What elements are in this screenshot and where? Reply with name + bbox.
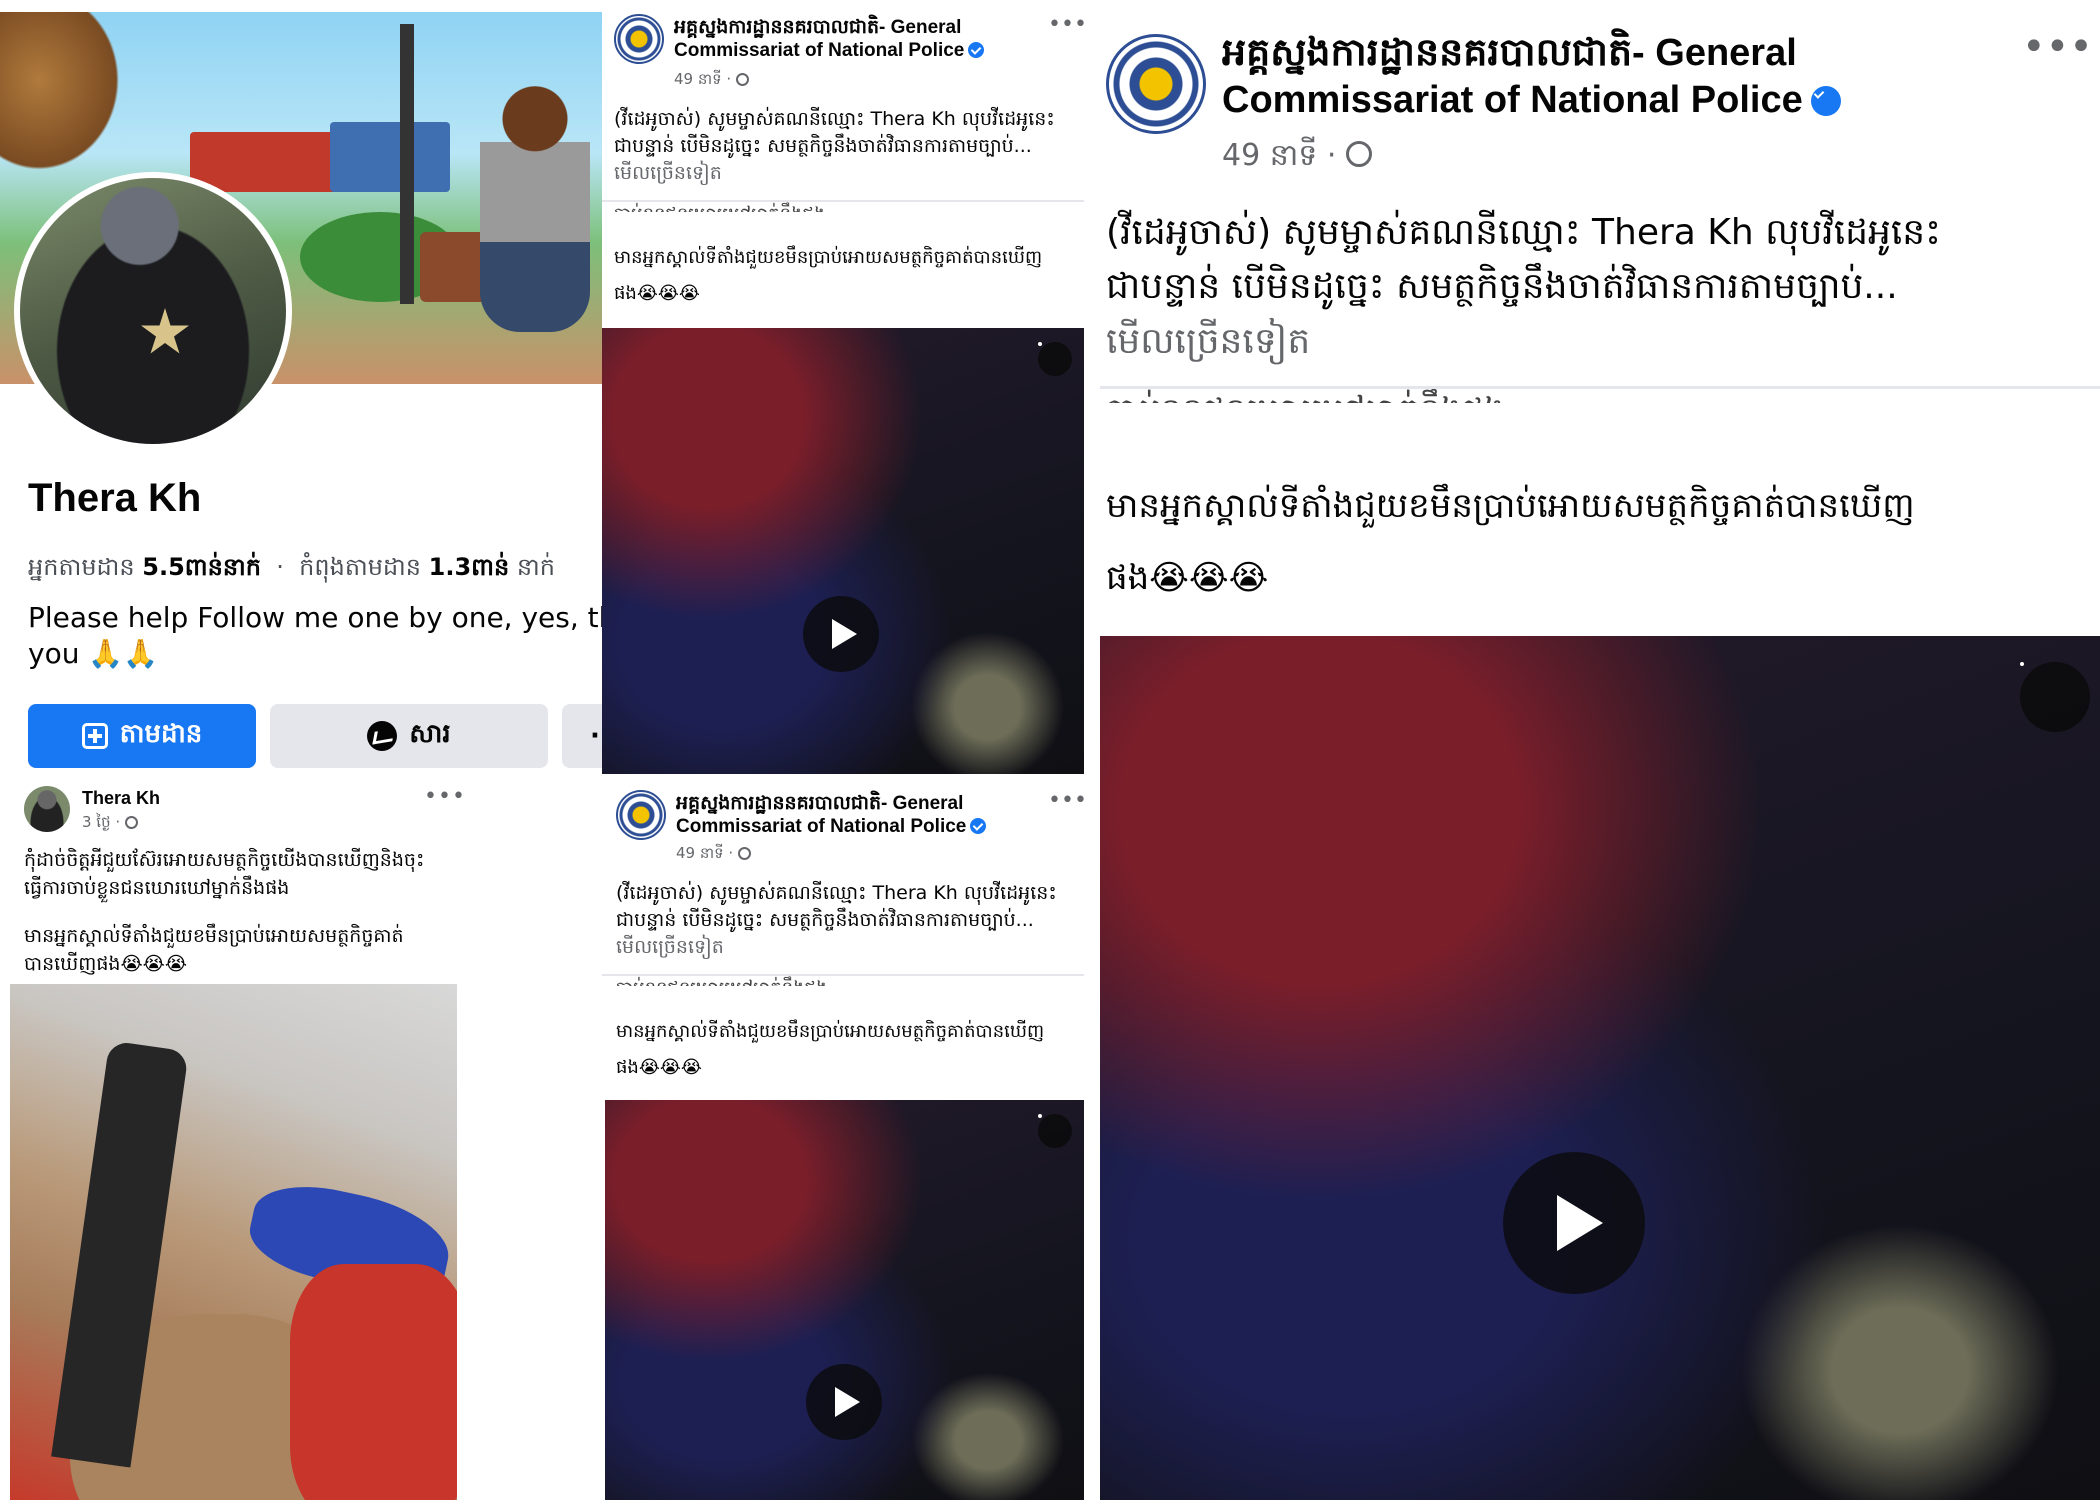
verified-badge-icon [970,818,987,834]
page-name-line-1: អគ្គស្នងការដ្ឋាននគរបាលជាតិ- General [674,17,962,38]
picture-in-picture-icon[interactable] [2020,662,2090,732]
quoted-line-2: ផង😭😭😭 [616,1057,702,1078]
page-name[interactable]: អគ្គស្នងការដ្ឋាននគរបាលជាតិ- General Comm… [676,792,987,838]
police-post-screenshot-2: អគ្គស្នងការដ្ឋាននគរបាលជាតិ- General Comm… [602,776,1084,1500]
separator-dot: · [276,553,284,581]
post-text-paragraph-1: កុំដាច់ចិត្តអីជួយស៊ែរអោយសមត្ថកិច្ចយើងបាន… [24,846,444,902]
follow-button-label: តាមដាន [119,719,203,749]
post-timestamp[interactable]: 49 នាទី · [676,844,751,866]
page-name-line-2: Commissariat of National Police [676,816,967,837]
post-time: 49 នាទី · [674,70,732,88]
police-logo-avatar[interactable] [614,14,664,64]
post-caption: (វីដេអូចាស់) សូមម្ចាស់គណនីឈ្មោះ Thera Kh… [616,880,1084,934]
post-author-avatar[interactable] [24,786,70,832]
bio-line-1: Please help Follow me one by one, yes, t… [28,601,602,634]
caption-line-2: ជាបន្ទាន់ បើមិនដូច្នេះ សមត្ថកិច្ចនឹងចាត់… [616,909,1034,931]
quoted-post-text: មានអ្នកស្គាល់ទីតាំងជួយខមឹនប្រាប់អោយសមត្ថ… [1106,470,1915,614]
post-more-button[interactable]: ••• [2022,24,2093,70]
profile-name: Thera Kh [28,476,202,520]
followers-count[interactable]: 5.5ពាន់នាក់ [142,553,261,581]
quoted-post-text: មានអ្នកស្គាល់ទីតាំងជួយខមឹនប្រាប់អោយសមត្ថ… [616,1014,1044,1086]
play-icon[interactable] [806,1364,882,1440]
post-more-button[interactable]: ••• [424,784,466,809]
post-time: 49 នាទី · [676,844,734,862]
follow-button[interactable]: តាមដាន [28,704,256,768]
bio-line-2: you 🙏🙏 [28,637,159,670]
following-label: កំពុងតាមដាន [299,553,422,581]
page-name-line-1: អគ្គស្នងការដ្ឋាននគរបាលជាតិ- General [1222,32,1797,74]
page-name-line-2: Commissariat of National Police [1222,79,1803,121]
post-author-name[interactable]: Thera Kh [82,788,160,809]
post-text-line: កុំដាច់ចិត្តអីជួយស៊ែរអោយសមត្ថកិច្ចយើងបាន… [24,849,425,871]
following-unit: នាក់ [516,553,555,581]
caption-line-2: ជាបន្ទាន់ បើមិនដូច្នេះ សមត្ថកិច្ចនឹងចាត់… [614,135,1032,157]
post-time: 49 នាទី · [1222,138,1337,173]
video-player[interactable] [605,1100,1084,1500]
verified-badge-icon [1810,86,1841,116]
page-name-line-2: Commissariat of National Police [674,40,965,61]
profile-avatar[interactable] [14,172,292,450]
post-timestamp[interactable]: 49 នាទី · [1222,136,1372,180]
police-logo-avatar[interactable] [1106,34,1206,134]
quoted-line-1: មានអ្នកស្គាល់ទីតាំងជួយខមឹនប្រាប់អោយសមត្ថ… [614,247,1043,268]
page-name[interactable]: អគ្គស្នងការដ្ឋាននគរបាលជាតិ- General Comm… [1222,30,1841,124]
see-more-link[interactable]: មើលច្រើនទៀត [616,935,724,963]
post-caption: (វីដេអូចាស់) សូមម្ចាស់គណនីឈ្មោះ Thera Kh… [1106,206,2066,314]
messenger-icon [367,721,398,751]
post-time: 3 ថ្ងៃ · [82,813,121,831]
police-logo-avatar[interactable] [616,790,666,840]
play-icon[interactable] [1503,1152,1645,1294]
police-post-screenshot-1: អគ្គស្នងការដ្ឋាននគរបាលជាតិ- General Comm… [602,0,1084,776]
globe-icon [1345,141,1372,167]
following-count[interactable]: 1.3ពាន់ [429,553,510,581]
post-timestamp[interactable]: 49 នាទី · [674,70,749,92]
follow-stats: អ្នកតាមដាន 5.5ពាន់នាក់ · កំពុងតាមដាន 1.3… [28,552,555,587]
video-player[interactable] [1100,636,2100,1500]
globe-icon [124,816,138,829]
picture-in-picture-icon[interactable] [1038,1114,1072,1148]
post-text-paragraph-2: មានអ្នកស្គាល់ទីតាំងជួយខមឹនប្រាប់អោយសមត្ថ… [24,922,444,978]
cropped-text-line: បាប់ខ្លួនជនឃោរឃៅម្នាក់នឹងផង [1106,389,1505,403]
follow-add-icon [81,723,108,749]
quoted-post-text: មានអ្នកស្គាល់ទីតាំងជួយខមឹនប្រាប់អោយសមត្ថ… [614,240,1042,312]
globe-icon [735,73,749,86]
see-more-link[interactable]: មើលច្រើនទៀត [1106,318,1310,371]
post-more-button[interactable]: ••• [1048,788,1084,813]
more-options-button[interactable]: · [562,704,602,768]
followers-label: អ្នកតាមដាន [28,553,135,581]
post-more-button[interactable]: ••• [1048,12,1084,37]
caption-line-1: (វីដេអូចាស់) សូមម្ចាស់គណនីឈ្មោះ Thera Kh… [1106,212,1941,253]
quoted-line-2: ផង😭😭😭 [614,283,700,304]
cropped-text-line: បាប់ខ្លួនជនឃោរឃៅម្នាក់នឹងផង [614,202,825,212]
page-name-line-1: អគ្គស្នងការដ្ឋាននគរបាលជាតិ- General [676,793,964,814]
caption-line-1: (វីដេអូចាស់) សូមម្ចាស់គណនីឈ្មោះ Thera Kh… [616,882,1057,904]
see-more-link[interactable]: មើលច្រើនទៀត [614,161,722,189]
post-text-line: ធ្វើការចាប់ខ្លួនជនឃោរឃៅម្នាក់នឹងផង [24,877,290,899]
post-photo[interactable] [10,984,457,1500]
quoted-line-1: មានអ្នកស្គាល់ទីតាំងជួយខមឹនប្រាប់អោយសមត្ថ… [1106,486,1915,526]
page-name[interactable]: អគ្គស្នងការដ្ឋាននគរបាលជាតិ- General Comm… [674,16,985,62]
message-button-label: សារ [409,719,451,749]
post-text-line: បានឃើញផង😭😭😭 [24,953,188,975]
quoted-line-1: មានអ្នកស្គាល់ទីតាំងជួយខមឹនប្រាប់អោយសមត្ថ… [616,1021,1045,1042]
post-header: Thera Kh 3 ថ្ងៃ · [24,786,160,835]
post-text-line: មានអ្នកស្គាល់ទីតាំងជួយខមឹនប្រាប់អោយសមត្ថ… [24,925,404,947]
message-button[interactable]: សារ [270,704,548,768]
picture-in-picture-icon[interactable] [1038,342,1072,376]
video-player[interactable] [602,328,1084,774]
cropped-text-line: បាប់ខ្លួនជនឃោរឃៅម្នាក់នឹងផង [616,976,827,986]
play-icon[interactable] [803,596,879,672]
post-caption: (វីដេអូចាស់) សូមម្ចាស់គណនីឈ្មោះ Thera Kh… [614,106,1084,160]
quoted-line-2: ផង😭😭😭 [1106,558,1269,598]
globe-icon [737,847,751,860]
caption-line-2: ជាបន្ទាន់ បើមិនដូច្នេះ សមត្ថកិច្ចនឹងចាត់… [1106,266,1898,307]
profile-bio: Please help Follow me one by one, yes, t… [28,600,602,672]
profile-screenshot: Thera Kh អ្នកតាមដាន 5.5ពាន់នាក់ · កំពុងត… [0,0,602,1500]
verified-badge-icon [968,42,985,58]
post-timestamp[interactable]: 3 ថ្ងៃ · [82,813,160,835]
police-post-zoomed: អគ្គស្នងការដ្ឋាននគរបាលជាតិ- General Comm… [1084,0,2100,1500]
more-options-label: · [590,721,600,751]
caption-line-1: (វីដេអូចាស់) សូមម្ចាស់គណនីឈ្មោះ Thera Kh… [614,108,1055,130]
